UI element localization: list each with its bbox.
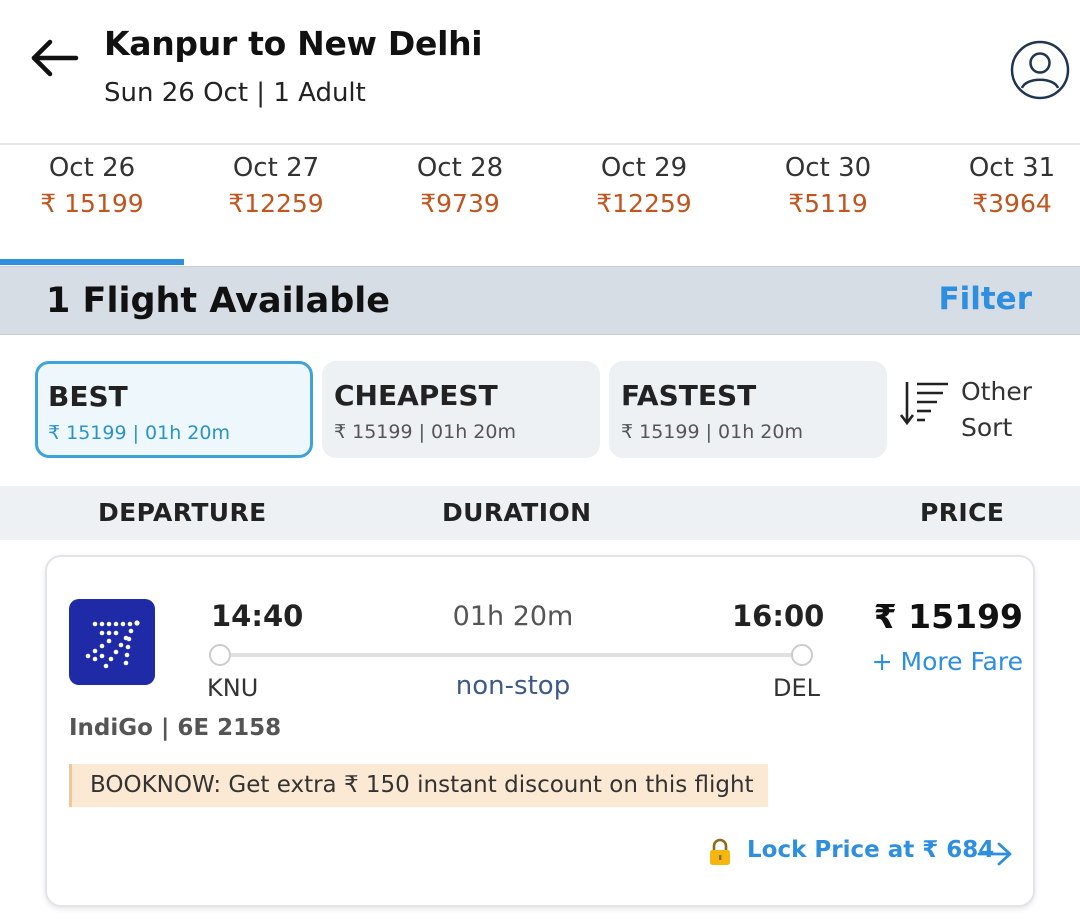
user-circle-icon [1010,40,1070,100]
date-label: Oct 28 [416,153,504,183]
date-label: Oct 30 [784,153,872,183]
date-price-strip: Oct 26 ₹ 15199 Oct 27 ₹12259 Oct 28 ₹973… [0,145,1080,266]
date-price: ₹5119 [788,189,868,218]
trip-subtitle: Sun 26 Oct | 1 Adult [104,78,366,108]
sort-summary: ₹ 15199 | 01h 20m [334,421,516,443]
arrival-airport-code: DEL [773,674,821,702]
route-line [219,653,801,657]
sort-summary: ₹ 15199 | 01h 20m [48,422,230,444]
flight-result-card[interactable]: 14:40 01h 20m 16:00 KNU non-stop DEL ₹ 1… [45,555,1035,907]
destination-dot [791,644,813,666]
flight-duration: 01h 20m [452,601,574,632]
sort-label: BEST [48,380,128,413]
lock-price-label: Lock Price at ₹ 684 [747,837,995,863]
sort-label: FASTEST [621,379,757,412]
results-bar: 1 Flight Available Filter [0,266,1080,335]
arrow-right-icon [977,842,1012,866]
airline-flight-number: IndiGo | 6E 2158 [69,715,282,741]
filter-button[interactable]: Filter [938,281,1032,317]
sort-label: CHEAPEST [334,379,498,412]
date-item-oct-28[interactable]: Oct 28 ₹9739 [368,153,552,218]
sort-summary: ₹ 15199 | 01h 20m [621,421,803,443]
page-title: Kanpur to New Delhi [104,24,483,63]
selected-date-indicator [0,259,184,265]
back-button[interactable] [28,36,80,80]
column-header-bar: DEPARTURE DURATION PRICE [0,486,1080,540]
date-item-oct-30[interactable]: Oct 30 ₹5119 [736,153,920,218]
sort-fastest-tab[interactable]: FASTEST ₹ 15199 | 01h 20m [609,361,887,458]
date-price: ₹12259 [596,189,692,218]
departure-airport-code: KNU [207,674,259,702]
column-duration[interactable]: DURATION [442,498,591,527]
lock-price-button[interactable]: Lock Price at ₹ 684 [707,834,1027,874]
arrow-left-icon [31,39,79,77]
sort-best-tab[interactable]: BEST ₹ 15199 | 01h 20m [35,361,313,458]
flight-count: 1 Flight Available [46,281,391,321]
date-item-oct-29[interactable]: Oct 29 ₹12259 [552,153,736,218]
more-fare-link[interactable]: + More Fare [872,647,1023,676]
date-label: Oct 29 [600,153,688,183]
date-price: ₹3964 [972,189,1052,218]
sort-descending-icon [899,382,948,426]
stops-label: non-stop [455,671,571,701]
date-price: ₹12259 [228,189,324,218]
date-price: ₹9739 [420,189,500,218]
date-item-oct-26[interactable]: Oct 26 ₹ 15199 [0,153,184,218]
column-departure[interactable]: DEPARTURE [98,498,267,527]
date-label: Oct 26 [48,153,136,183]
promo-banner: BOOKNOW: Get extra ₹ 150 instant discoun… [69,764,768,807]
other-sort-label: Other Sort [961,377,1032,442]
top-header: Kanpur to New Delhi Sun 26 Oct | 1 Adult [0,0,1080,145]
padlock-icon [710,838,730,865]
arrival-time: 16:00 [732,599,825,633]
indigo-logo-icon [69,599,155,685]
sort-cheapest-tab[interactable]: CHEAPEST ₹ 15199 | 01h 20m [322,361,600,458]
date-item-oct-27[interactable]: Oct 27 ₹12259 [184,153,368,218]
profile-button[interactable] [1010,40,1070,100]
departure-time: 14:40 [211,599,304,633]
date-label: Oct 27 [232,153,320,183]
flight-price: ₹ 15199 [873,597,1023,636]
date-item-oct-31[interactable]: Oct 31 ₹3964 [920,153,1080,218]
other-sort-button[interactable]: Other Sort [898,372,1068,452]
date-price: ₹ 15199 [40,189,144,218]
origin-dot [209,644,231,666]
date-label: Oct 31 [968,153,1056,183]
column-price[interactable]: PRICE [920,498,1004,527]
